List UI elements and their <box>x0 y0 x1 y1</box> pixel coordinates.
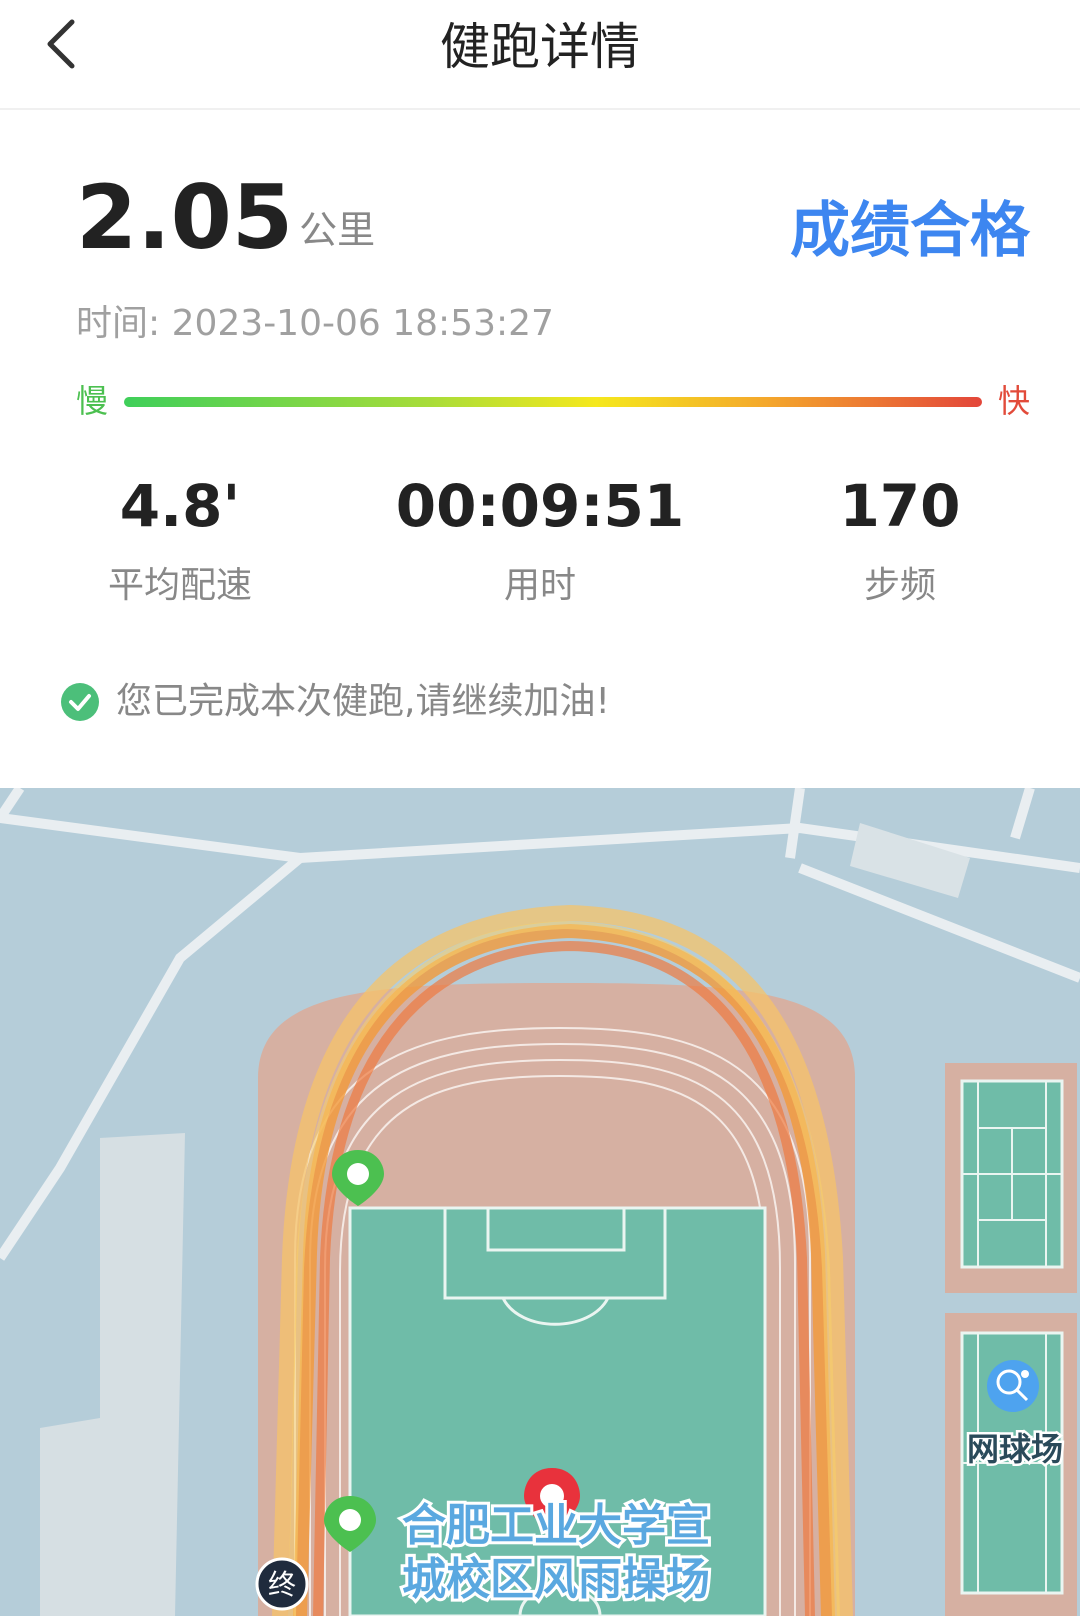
check-circle-icon <box>61 683 99 721</box>
run-time: 时间: 2023-10-06 18:53:27 <box>76 303 554 344</box>
pace-label: 平均配速 <box>107 565 252 606</box>
stat-cadence: 170 步频 <box>740 470 1060 610</box>
distance-value: 2.05 <box>76 166 294 269</box>
tennis-poi-label: 网球场 <box>967 1430 1063 1468</box>
distance-display: 2.05 公里 <box>76 172 375 264</box>
duration-label: 用时 <box>503 565 576 606</box>
top-bar: 健跑详情 <box>0 0 1080 110</box>
field-poi-label-line2: 城校区风雨操场 <box>402 1554 710 1605</box>
distance-unit: 公里 <box>299 208 376 252</box>
speed-gradient-bar <box>124 397 982 407</box>
slow-label: 慢 <box>76 382 109 420</box>
grade-status: 成绩合格 <box>790 196 1030 266</box>
cadence-label: 步频 <box>863 565 936 606</box>
route-map[interactable]: 网球场 合肥工业大学宣 城校区风雨操场 终 <box>0 788 1080 1616</box>
page-title: 健跑详情 <box>440 18 640 76</box>
end-marker-label: 终 <box>268 1568 296 1601</box>
tennis-icon <box>987 1360 1039 1412</box>
completion-notice: 您已完成本次健跑,请继续加油! <box>60 678 610 726</box>
end-marker: 终 <box>255 1557 309 1611</box>
stat-duration: 00:09:51 用时 <box>380 470 700 610</box>
fast-label: 快 <box>997 382 1030 420</box>
cadence-value: 170 <box>839 472 961 540</box>
duration-value: 00:09:51 <box>395 472 685 540</box>
speed-legend: 慢 快 <box>76 375 1030 431</box>
pace-value: 4.8' <box>119 472 241 540</box>
stat-pace: 4.8' 平均配速 <box>20 470 340 610</box>
notice-text: 您已完成本次健跑,请继续加油! <box>116 681 610 722</box>
field-poi-label-line1: 合肥工业大学宣 <box>402 1500 710 1551</box>
